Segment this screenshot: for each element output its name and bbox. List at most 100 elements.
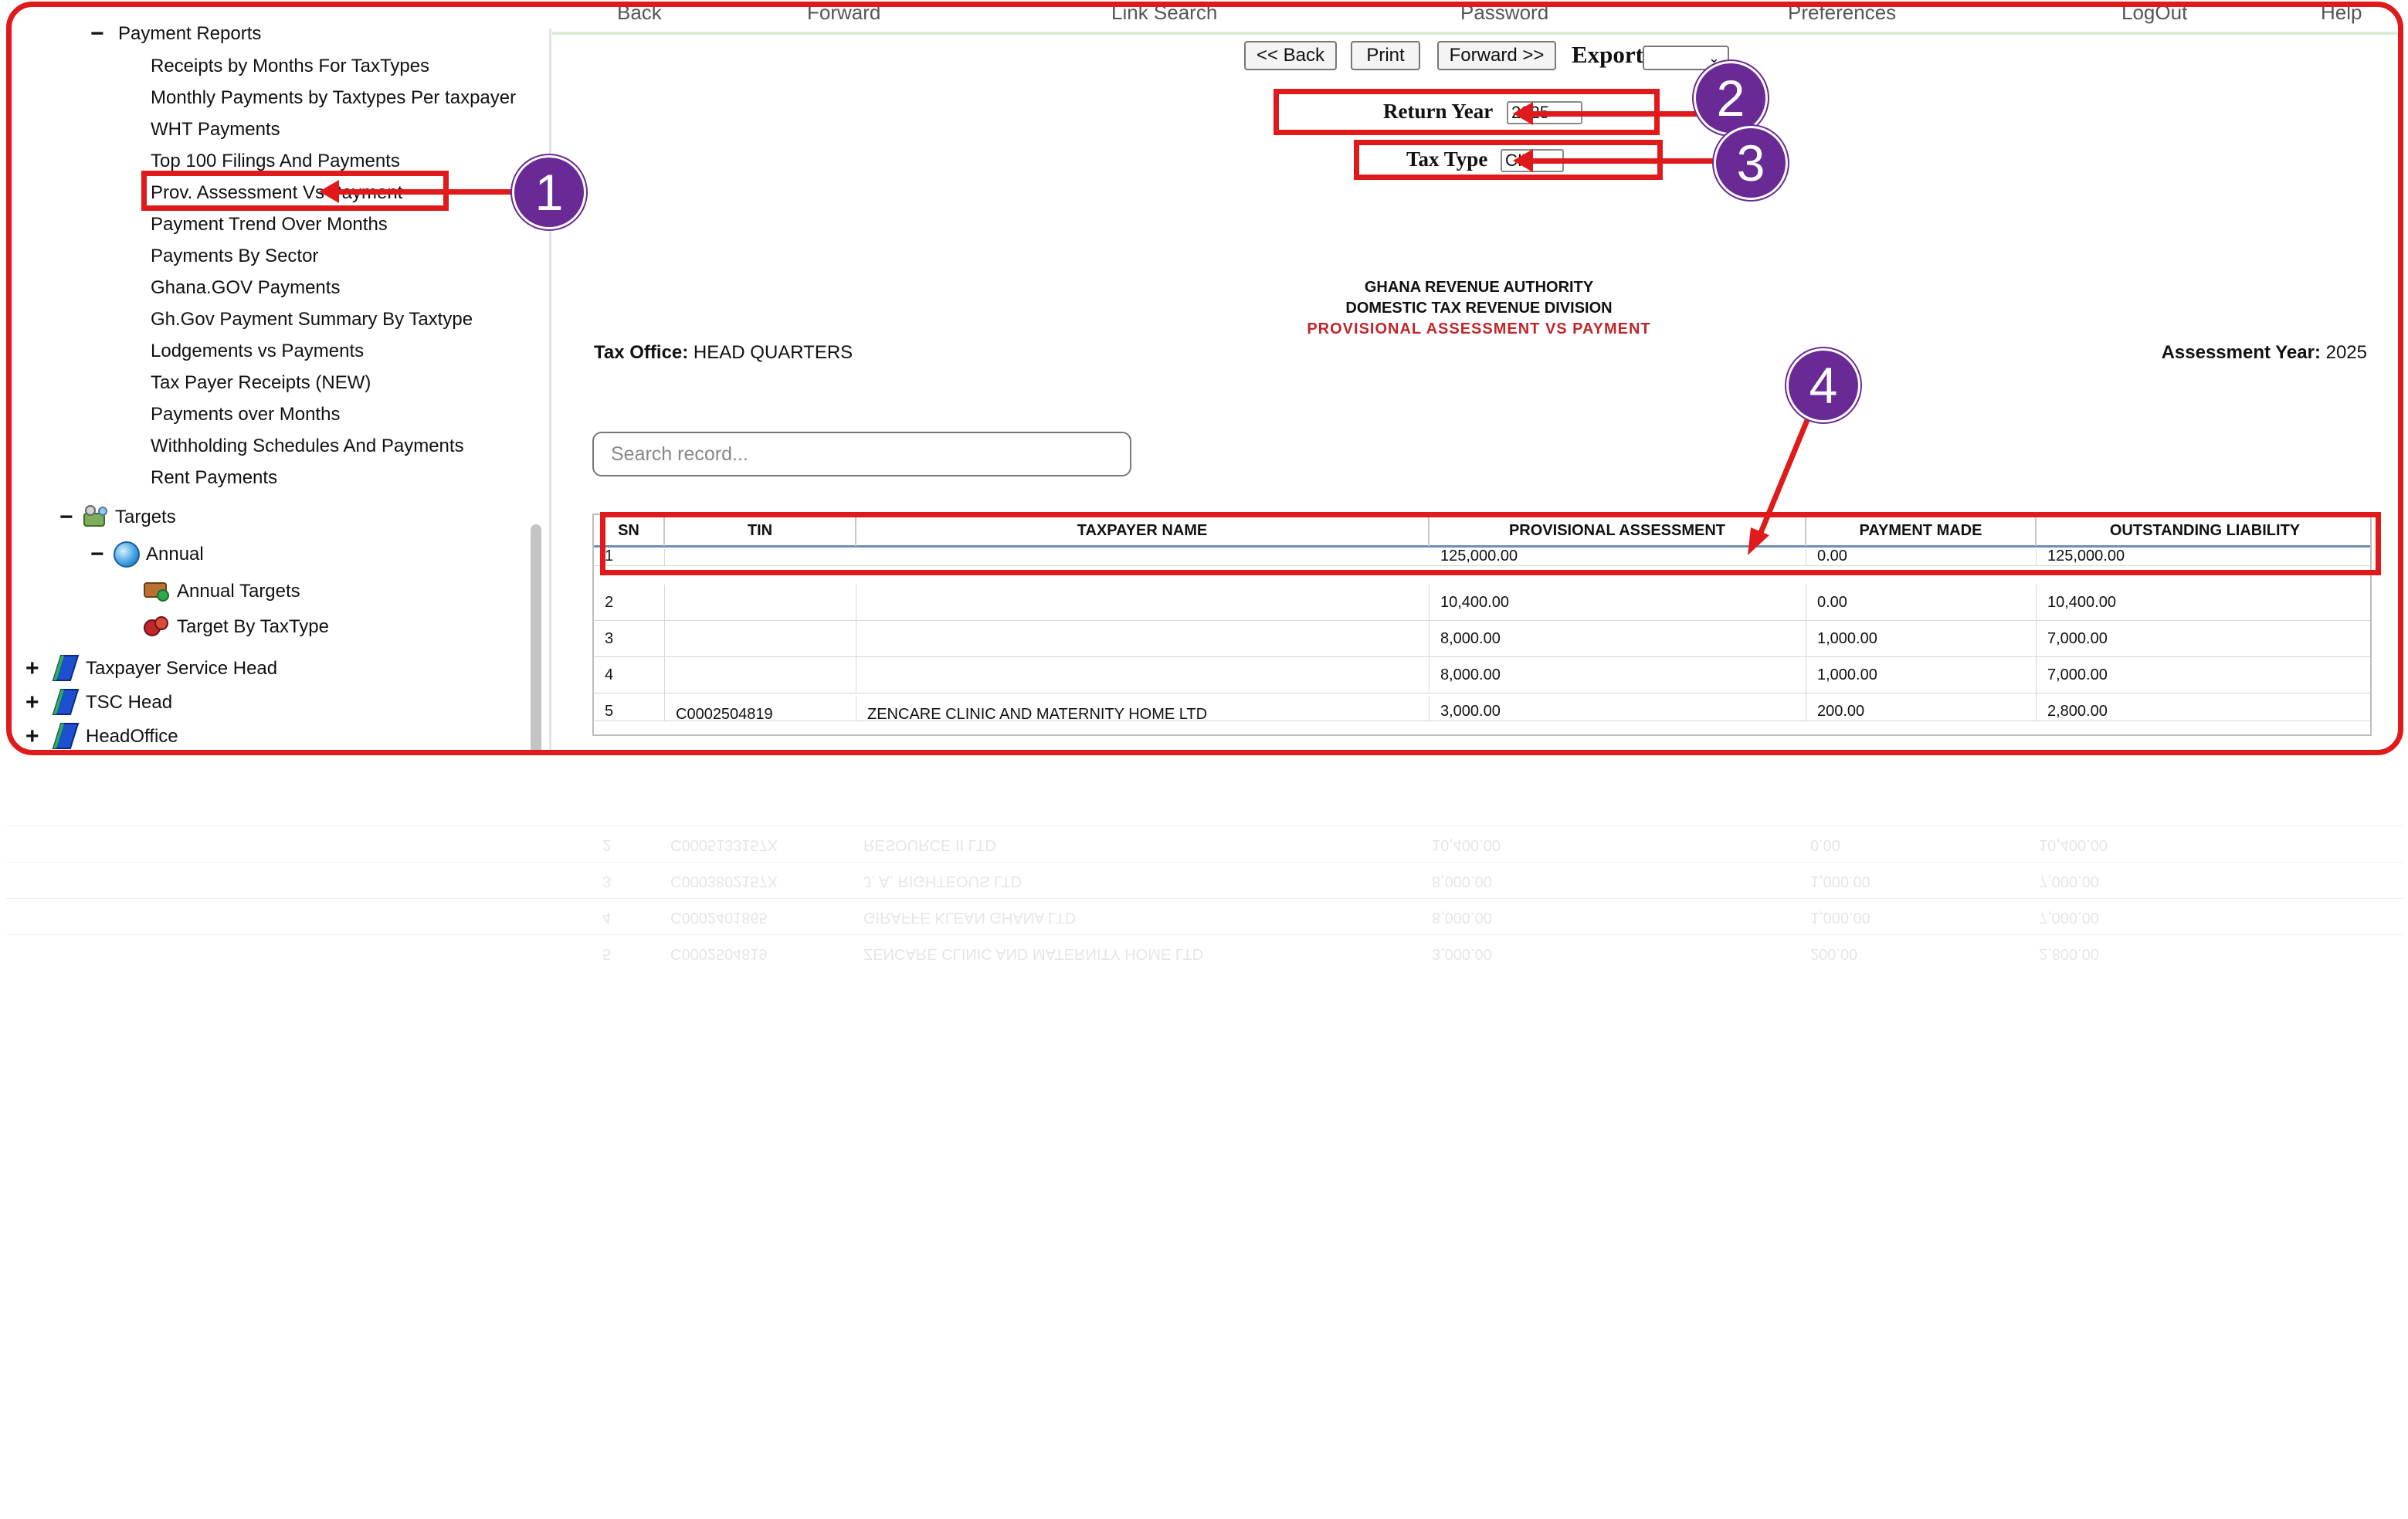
tree-targets[interactable]: Targets — [115, 506, 176, 529]
reflection-cell: 4 — [602, 909, 612, 926]
sidebar-divider — [549, 29, 551, 750]
table-row[interactable]: 2 10,400.00 0.00 10,400.00 — [594, 585, 2370, 621]
nav-preferences[interactable]: Preferences — [1788, 7, 1896, 25]
cell-tin — [665, 657, 856, 693]
reflection-cell: C0005133157X — [670, 836, 778, 853]
reflection-cell: C0002401865 — [670, 909, 768, 926]
report-link[interactable]: Lodgements vs Payments — [151, 340, 364, 363]
reflection-cell: J. A. RIGHTEOUS LTD — [863, 873, 1023, 890]
reflection-cell: 5 — [602, 945, 612, 962]
cell-sn: 4 — [594, 657, 665, 693]
reflection-cell: 200.00 — [1810, 945, 1858, 962]
cell-payment: 200.00 — [1806, 693, 2037, 721]
org-icon — [50, 654, 80, 682]
report-link[interactable]: Monthly Payments by Taxtypes Per taxpaye… — [151, 86, 534, 110]
tree-group[interactable]: HeadOffice — [86, 725, 178, 748]
print-button[interactable]: Print — [1351, 41, 1420, 70]
step-badge-2: 2 — [1694, 61, 1768, 135]
money-icon — [143, 578, 171, 603]
org-icon — [50, 688, 80, 716]
cell-outstanding: 10,400.00 — [2047, 594, 2116, 611]
collapse-icon[interactable]: − — [59, 506, 73, 529]
reflection-cell: 7,000.00 — [2039, 909, 2099, 926]
collapse-icon[interactable]: − — [90, 22, 104, 46]
reflection-cell: GIRAFFE KLEAN GHANA LTD — [863, 909, 1077, 926]
tree-payment-reports[interactable]: Payment Reports — [118, 22, 261, 46]
nav-link-search[interactable]: Link Search — [1111, 7, 1217, 25]
reflection-cell: ZENCARE CLINIC AND MATERNITY HOME LTD — [863, 945, 1204, 962]
report-link[interactable]: Payment Trend Over Months — [151, 213, 388, 236]
tree-annual[interactable]: Annual — [146, 543, 204, 566]
targets-icon — [81, 504, 110, 529]
reflection-cell: 10,400.00 — [2039, 836, 2108, 853]
reflection-cell: 7,000.00 — [2039, 873, 2099, 890]
step-badge-3: 3 — [1714, 126, 1788, 200]
arrow-2 — [1513, 102, 1704, 125]
expand-icon[interactable]: + — [25, 657, 39, 680]
tax-office-label: Tax Office: — [594, 342, 689, 363]
reflection-cell: 0.00 — [1810, 836, 1840, 853]
nav-password[interactable]: Password — [1460, 7, 1548, 25]
reflection-cell: 3 — [602, 873, 612, 890]
report-link[interactable]: Gh.Gov Payment Summary By Taxtype — [151, 308, 473, 331]
step-badge-4: 4 — [1786, 348, 1860, 422]
cell-name — [856, 657, 1430, 693]
report-link[interactable]: Ghana.GOV Payments — [151, 276, 340, 300]
nav-help[interactable]: Help — [2321, 7, 2362, 25]
nav-forward[interactable]: Forward — [807, 7, 880, 25]
assessment-year: Assessment Year: 2025 — [2162, 342, 2367, 364]
back-button[interactable]: << Back — [1244, 41, 1337, 70]
assessment-year-value: 2025 — [2325, 342, 2367, 363]
export-label: Export — [1572, 41, 1643, 68]
reflection-cell: C0003802157X — [670, 873, 778, 890]
table-row[interactable]: 4 8,000.00 1,000.00 7,000.00 — [594, 657, 2370, 693]
tree-group[interactable]: TSC Head — [86, 691, 172, 714]
reflection-cell: 8,000.00 — [1432, 909, 1492, 926]
expand-icon[interactable]: + — [25, 725, 39, 748]
report-link[interactable]: Payments over Months — [151, 403, 340, 426]
tree-annual-targets[interactable]: Annual Targets — [177, 580, 300, 603]
report-link[interactable]: Top 100 Filings And Payments — [151, 150, 400, 173]
reflection-cell: 10,400.00 — [1432, 836, 1501, 853]
cell-payment: 0.00 — [1806, 585, 2037, 621]
cell-assessment: 3,000.00 — [1430, 693, 1806, 721]
tax-office: Tax Office: HEAD QUARTERS — [594, 342, 853, 364]
expand-icon[interactable]: + — [25, 691, 39, 714]
cell-name — [856, 621, 1430, 657]
step-badge-1: 1 — [512, 155, 586, 229]
reflection-row: 2 C0005133157X RESOURCE II LTD 10,400.00… — [6, 826, 2403, 861]
nav-back[interactable]: Back — [617, 7, 662, 25]
sidebar-scrollbar[interactable] — [531, 524, 541, 750]
cell-assessment: 8,000.00 — [1430, 621, 1806, 657]
arrow-4 — [1748, 405, 1816, 555]
search-input[interactable]: Search record... — [592, 432, 1131, 476]
reflection-cell: 1,000.00 — [1810, 909, 1870, 926]
cell-outstanding: 7,000.00 — [2047, 630, 2108, 647]
cell-outstanding: 7,000.00 — [2047, 666, 2108, 683]
cell-sn: 5 — [594, 693, 665, 721]
forward-button[interactable]: Forward >> — [1437, 41, 1556, 70]
report-title: PROVISIONAL ASSESSMENT VS PAYMENT — [1307, 320, 1651, 337]
table-row[interactable]: 3 8,000.00 1,000.00 7,000.00 — [594, 621, 2370, 657]
report-link[interactable]: Withholding Schedules And Payments — [151, 435, 464, 458]
cell-name: ZENCARE CLINIC AND MATERNITY HOME LTD — [856, 697, 1430, 721]
report-link[interactable]: Tax Payer Receipts (NEW) — [151, 371, 371, 395]
reflection-cell: 1,000.00 — [1810, 873, 1870, 890]
cell-assessment: 10,400.00 — [1430, 585, 1806, 621]
tree-target-by-taxtype[interactable]: Target By TaxType — [177, 615, 329, 639]
cell-sn: 2 — [594, 585, 665, 621]
cell-assessment: 8,000.00 — [1430, 657, 1806, 693]
report-link[interactable]: WHT Payments — [151, 118, 280, 141]
tax-office-value: HEAD QUARTERS — [693, 342, 853, 363]
nav-logout[interactable]: LogOut — [2121, 7, 2187, 25]
report-link[interactable]: Rent Payments — [151, 466, 277, 490]
cell-outstanding: 2,800.00 — [2047, 703, 2108, 720]
reflection-cell: 2 — [602, 836, 612, 853]
report-link[interactable]: Payments By Sector — [151, 245, 318, 268]
tree-group[interactable]: Taxpayer Service Head — [86, 657, 277, 680]
screenshot-frame: − Payment Reports Receipts by Months For… — [6, 2, 2403, 755]
collapse-icon[interactable]: − — [90, 543, 104, 566]
table-row[interactable]: 5 C0002504819 ZENCARE CLINIC AND MATERNI… — [594, 693, 2370, 721]
globe-icon — [114, 541, 140, 568]
report-link[interactable]: Receipts by Months For TaxTypes — [151, 55, 429, 78]
